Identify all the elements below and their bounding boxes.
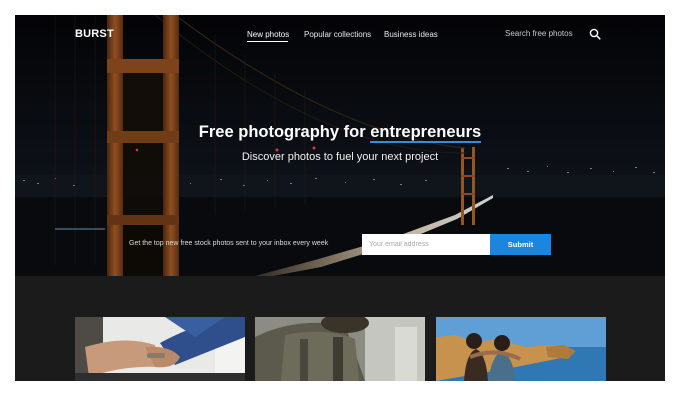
nav-link-new-photos[interactable]: New photos xyxy=(247,30,289,39)
page-frame: BURST New photos Popular collections Bus… xyxy=(15,15,665,381)
photo-thumbnail-coast[interactable] xyxy=(436,317,606,381)
nav-link-popular-collections[interactable]: Popular collections xyxy=(304,30,371,39)
search-field[interactable]: Search free photos xyxy=(505,29,573,38)
headline-accent: entrepreneurs xyxy=(370,123,482,143)
newsletter-prompt: Get the top new free stock photos sent t… xyxy=(129,240,329,247)
email-input[interactable] xyxy=(362,234,490,255)
hero-subheadline: Discover photos to fuel your next projec… xyxy=(241,151,439,163)
hero-overlay xyxy=(15,15,665,276)
hero-banner: BURST New photos Popular collections Bus… xyxy=(15,15,665,276)
submit-button[interactable]: Submit xyxy=(490,234,551,255)
nav-link-business-ideas[interactable]: Business ideas xyxy=(384,30,438,39)
top-navigation: BURST New photos Popular collections Bus… xyxy=(15,15,665,53)
hero-headline: Free photography for entrepreneurs xyxy=(15,123,665,143)
search-icon[interactable] xyxy=(589,28,601,40)
burst-logo[interactable]: BURST xyxy=(75,28,114,40)
active-nav-underline xyxy=(247,41,288,42)
headline-prefix: Free photography for xyxy=(198,123,371,141)
photo-thumbnail-handshake[interactable] xyxy=(75,317,245,381)
photo-thumbnail-backpack[interactable] xyxy=(255,317,425,381)
